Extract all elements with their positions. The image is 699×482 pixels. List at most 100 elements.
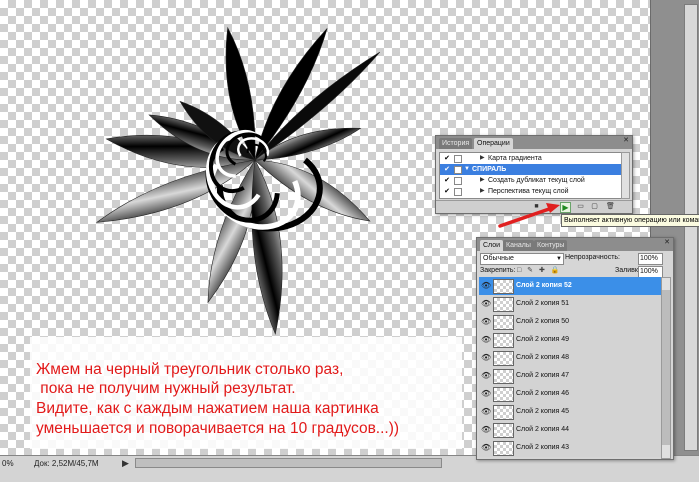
caption-line-4: уменьшается и поворачивается на 10 граду… — [36, 420, 400, 437]
scrollbar-thumb[interactable] — [662, 290, 670, 445]
layer-name: Слой 2 копия 49 — [516, 336, 570, 343]
play-tooltip: Выполняет активную операцию или коман — [561, 214, 699, 227]
dialog-toggle-box[interactable] — [454, 166, 462, 174]
layer-row[interactable]: 👁 Слой 2 копия 49 — [479, 331, 662, 350]
layer-name: Слой 2 копия 47 — [516, 372, 570, 379]
new-set-icon[interactable]: ▭ — [576, 202, 585, 211]
action-label: Перспектива текущ слой — [488, 188, 569, 195]
action-label: СПИРАЛЬ — [472, 166, 507, 173]
opacity-field[interactable]: 100% — [638, 253, 663, 265]
layers-tabbar: Слои Каналы Контуры ✕ — [477, 238, 673, 251]
collapse-triangle-icon[interactable]: ▼ — [464, 164, 470, 175]
layer-row[interactable]: 👁 Слой 2 копия 45 — [479, 403, 662, 422]
actions-tabbar: История Операции ✕ — [436, 136, 632, 149]
tab-actions[interactable]: Операции — [474, 138, 513, 149]
caption-line-3: Видите, как с каждым нажатием наша карти… — [36, 400, 379, 417]
layer-name: Слой 2 копия 46 — [516, 390, 570, 397]
layer-row[interactable]: 👁 Слой 2 копия 43 — [479, 439, 662, 457]
actions-scrollbar[interactable] — [621, 152, 630, 199]
layer-row[interactable]: 👁 Слой 2 копия 48 — [479, 349, 662, 368]
eye-icon[interactable]: 👁 — [481, 425, 491, 434]
layer-thumbnail — [493, 351, 514, 366]
spiral-blade — [251, 159, 283, 335]
expand-triangle-icon[interactable]: ▶ — [480, 175, 485, 186]
status-arrow-icon[interactable]: ▶ — [122, 458, 129, 469]
lock-row: Закрепить: □ ✎ ✚ 🔒 Заливка: 100% — [480, 266, 668, 278]
layer-thumbnail — [493, 279, 514, 294]
layer-row[interactable]: 👁 Слой 2 копия 44 — [479, 421, 662, 440]
eye-icon[interactable]: 👁 — [481, 317, 491, 326]
layer-thumbnail — [493, 387, 514, 402]
chevron-down-icon: ▼ — [556, 256, 562, 262]
action-row-gradient-map[interactable]: ✔ ▶ Карта градиента — [440, 153, 624, 164]
check-icon[interactable]: ✔ — [443, 186, 451, 197]
check-icon[interactable]: ✔ — [443, 164, 451, 175]
action-row-perspective-layer[interactable]: ✔ ▶ Перспектива текущ слой — [440, 186, 624, 197]
layers-panel: Слои Каналы Контуры ✕ Обычные ▼ Непрозра… — [476, 237, 674, 460]
layer-row[interactable]: 👁 Слой 2 копия 50 — [479, 313, 662, 332]
canvas-horizontal-scrollbar[interactable] — [135, 458, 442, 468]
layer-row[interactable]: 👁 Слой 2 копия 46 — [479, 385, 662, 404]
lock-label: Закрепить: — [480, 267, 516, 274]
tab-paths[interactable]: Контуры — [534, 240, 568, 251]
play-selection-button[interactable]: ▶ — [560, 202, 571, 213]
close-icon[interactable]: ✕ — [664, 238, 670, 246]
eye-icon[interactable]: 👁 — [481, 353, 491, 362]
trash-icon[interactable]: 🗑 — [606, 202, 615, 211]
zoom-level[interactable]: 0% — [2, 459, 14, 468]
eye-icon[interactable]: 👁 — [481, 443, 491, 452]
opacity-label: Непрозрачность: — [565, 254, 620, 261]
layer-thumbnail — [493, 315, 514, 330]
layer-name: Слой 2 копия 44 — [516, 426, 570, 433]
layer-thumbnail — [493, 297, 514, 312]
action-label: Карта градиента — [488, 155, 542, 162]
layers-scrollbar[interactable] — [661, 277, 671, 459]
eye-icon[interactable]: 👁 — [481, 371, 491, 380]
lock-icons[interactable]: □ ✎ ✚ 🔒 — [517, 266, 562, 274]
actions-panel: История Операции ✕ ✔ ▶ Карта градиента ✔… — [435, 135, 633, 214]
dialog-toggle-box[interactable] — [454, 177, 462, 185]
stop-recording-icon[interactable]: ■ — [532, 202, 541, 211]
caption-line-1: Жмем на черный треугольник столько раз, — [36, 361, 344, 378]
layer-thumbnail — [493, 441, 514, 456]
layers-list: 👁 Слой 2 копия 52 👁 Слой 2 копия 51 👁 Сл… — [479, 277, 662, 457]
layer-name: Слой 2 копия 43 — [516, 444, 570, 451]
expand-triangle-icon[interactable]: ▶ — [480, 153, 485, 164]
tab-layers[interactable]: Слои — [480, 240, 504, 251]
layer-name: Слой 2 копия 51 — [516, 300, 570, 307]
layer-thumbnail — [493, 423, 514, 438]
record-icon[interactable]: ● — [546, 202, 555, 211]
eye-icon[interactable]: 👁 — [481, 407, 491, 416]
actions-list: ✔ ▶ Карта градиента ✔ ▼ СПИРАЛЬ ✔ ▶ Созд… — [439, 152, 625, 199]
layer-name: Слой 2 копия 48 — [516, 354, 570, 361]
close-icon[interactable]: ✕ — [623, 136, 629, 144]
eye-icon[interactable]: 👁 — [481, 389, 491, 398]
blend-mode-value: Обычные — [483, 255, 514, 262]
tab-history[interactable]: История — [439, 138, 473, 149]
action-label: Создать дубликат текущ слой — [488, 177, 585, 184]
actions-toolbar: ■ ● ▶ ▭ ▢ 🗑 — [436, 200, 632, 213]
layer-thumbnail — [493, 369, 514, 384]
eye-icon[interactable]: 👁 — [481, 281, 491, 290]
expand-triangle-icon[interactable]: ▶ — [480, 186, 485, 197]
action-row-spiral[interactable]: ✔ ▼ СПИРАЛЬ — [440, 164, 624, 175]
layer-row[interactable]: 👁 Слой 2 копия 51 — [479, 295, 662, 314]
tab-channels[interactable]: Каналы — [503, 240, 534, 251]
action-row-duplicate-layer[interactable]: ✔ ▶ Создать дубликат текущ слой — [440, 175, 624, 186]
eye-icon[interactable]: 👁 — [481, 299, 491, 308]
dialog-toggle-box[interactable] — [454, 155, 462, 163]
layer-name: Слой 2 копия 52 — [516, 282, 572, 289]
check-icon[interactable]: ✔ — [443, 153, 451, 164]
dialog-toggle-box[interactable] — [454, 188, 462, 196]
layer-row[interactable]: 👁 Слой 2 копия 47 — [479, 367, 662, 386]
new-action-icon[interactable]: ▢ — [590, 202, 599, 211]
caption-line-2: пока не получим нужный результат. — [36, 380, 296, 397]
layer-name: Слой 2 копия 50 — [516, 318, 570, 325]
canvas-vertical-scrollbar[interactable] — [684, 4, 698, 451]
eye-icon[interactable]: 👁 — [481, 335, 491, 344]
check-icon[interactable]: ✔ — [443, 175, 451, 186]
blend-mode-select[interactable]: Обычные ▼ — [480, 253, 564, 265]
layer-row[interactable]: 👁 Слой 2 копия 52 — [479, 277, 662, 296]
layer-name: Слой 2 копия 45 — [516, 408, 570, 415]
layer-thumbnail — [493, 405, 514, 420]
